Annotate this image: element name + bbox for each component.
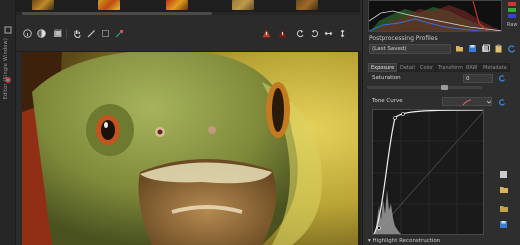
left-sidebar-strip: Editor (Single Window) — [0, 0, 16, 245]
warning-icon[interactable] — [261, 28, 272, 39]
tab-transform[interactable]: Transform — [435, 63, 466, 72]
file-browser-icon[interactable] — [4, 26, 12, 34]
green-channel-toggle[interactable] — [508, 8, 516, 12]
processing-profiles-label: Postprocessing Profiles — [369, 35, 438, 42]
before-after-icon[interactable] — [36, 28, 47, 39]
crop-icon[interactable] — [100, 28, 111, 39]
flip-horizontal-icon[interactable] — [323, 28, 334, 39]
paste-profile-icon[interactable] — [494, 44, 503, 53]
save-profile-icon[interactable] — [468, 44, 477, 53]
curve-save-icon[interactable] — [499, 220, 509, 229]
folder-open-icon[interactable] — [455, 44, 464, 53]
saturation-label: Saturation — [372, 75, 401, 81]
tool-tabs: Exposure Detail Color Transform RAW Meta… — [368, 63, 518, 72]
highlight-reconstruction-label: Highlight Reconstruction — [372, 238, 441, 244]
tab-metadata[interactable]: Metadata — [480, 63, 510, 72]
tone-curve-editor[interactable] — [372, 109, 484, 235]
rotate-left-icon[interactable] — [295, 28, 306, 39]
curve-point[interactable] — [377, 226, 381, 230]
reset-icon[interactable] — [507, 44, 516, 53]
curve-open-icon[interactable] — [499, 204, 509, 213]
filmstrip-thumbnail[interactable] — [32, 0, 54, 10]
histogram — [368, 0, 502, 32]
curve-copy-icon[interactable] — [499, 170, 509, 179]
rotate-right-icon[interactable] — [309, 28, 320, 39]
saturation-row: Saturation 0 — [368, 73, 518, 85]
blue-channel-toggle[interactable] — [508, 14, 516, 18]
processing-profiles-row: (Last Saved) — [369, 44, 519, 56]
tab-detail[interactable]: Detail — [397, 63, 418, 72]
curve-point[interactable] — [401, 112, 405, 116]
processing-profile-select[interactable]: (Last Saved) — [369, 44, 451, 54]
raw-histogram-toggle[interactable]: Raw — [507, 22, 518, 28]
flip-vertical-icon[interactable] — [337, 28, 348, 39]
color-picker-icon[interactable] — [114, 28, 125, 39]
filmstrip — [16, 0, 360, 15]
curve-point[interactable] — [393, 116, 397, 120]
saturation-slider[interactable] — [367, 85, 482, 90]
filmstrip-thumbnail[interactable] — [232, 0, 254, 10]
tab-exposure[interactable]: Exposure — [368, 63, 398, 72]
pencil-icon[interactable] — [86, 28, 97, 39]
curve-load-icon[interactable] — [499, 185, 509, 194]
red-channel-toggle[interactable] — [508, 2, 516, 6]
tab-raw[interactable]: RAW — [463, 63, 481, 72]
filmstrip-scroll-thumb[interactable] — [22, 12, 212, 15]
tone-curve-label: Tone Curve — [372, 98, 403, 104]
histogram-controls: Raw — [504, 0, 520, 32]
tool-panel: Raw Postprocessing Profiles (Last Saved)… — [362, 0, 520, 245]
info-icon[interactable] — [22, 28, 33, 39]
highlight-reconstruction-header[interactable]: ▾ Highlight Reconstruction — [368, 238, 440, 244]
filmstrip-scrollbar[interactable] — [16, 12, 360, 15]
editor-toolbar — [16, 16, 360, 52]
copy-profile-icon[interactable] — [481, 44, 490, 53]
saturation-slider-knob[interactable] — [441, 85, 448, 90]
image-preview-canvas[interactable] — [22, 52, 358, 245]
canvas-vertical-scrollbar[interactable] — [358, 52, 361, 245]
filmstrip-thumbnail[interactable] — [166, 0, 188, 10]
warning-red-icon[interactable] — [277, 28, 288, 39]
history-icon[interactable] — [52, 28, 63, 39]
tone-curve-reset-icon[interactable] — [498, 98, 506, 106]
tone-curve-row: Tone Curve — [368, 97, 518, 107]
hand-icon[interactable] — [72, 28, 83, 39]
tone-curve-type-select[interactable] — [442, 97, 492, 106]
toolbar-separator — [66, 29, 67, 39]
tab-color[interactable]: Color — [417, 63, 437, 72]
editor-tab-label[interactable]: Editor (Single Window) — [3, 38, 9, 99]
filmstrip-thumbnail[interactable] — [98, 0, 120, 10]
saturation-reset-icon[interactable] — [498, 74, 506, 82]
fish-photo — [22, 52, 358, 245]
saturation-value-field[interactable]: 0 — [463, 74, 493, 83]
filmstrip-thumbnail[interactable] — [296, 0, 318, 10]
